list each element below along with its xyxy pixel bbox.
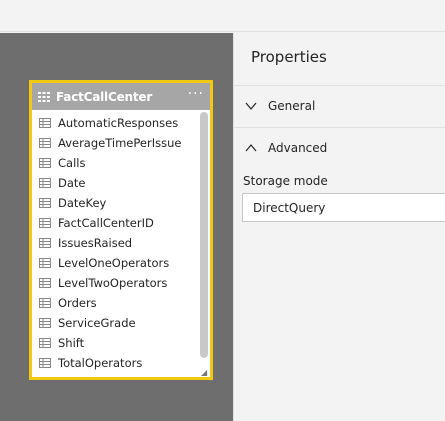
column-icon bbox=[39, 198, 51, 208]
column-icon bbox=[39, 298, 51, 308]
table-grid-icon bbox=[38, 91, 50, 102]
field-label: AutomaticResponses bbox=[58, 116, 179, 130]
section-general-label: General bbox=[268, 98, 316, 113]
chevron-up-icon bbox=[245, 143, 257, 151]
field-list-scrollbar[interactable] bbox=[200, 112, 208, 358]
properties-title: Properties bbox=[251, 48, 327, 66]
column-icon bbox=[39, 138, 51, 148]
field-label: LevelTwoOperators bbox=[58, 276, 168, 290]
column-icon bbox=[39, 358, 51, 368]
field-item[interactable]: Date bbox=[32, 173, 202, 193]
field-label: IssuesRaised bbox=[58, 236, 133, 250]
field-item[interactable]: AverageTimePerIssue bbox=[32, 133, 202, 153]
field-label: DateKey bbox=[58, 196, 107, 210]
field-label: ServiceGrade bbox=[58, 316, 136, 330]
field-label: TotalOperators bbox=[58, 356, 143, 370]
column-icon bbox=[39, 278, 51, 288]
more-options-icon[interactable]: ··· bbox=[188, 87, 204, 101]
column-icon bbox=[39, 238, 51, 248]
section-general[interactable]: General bbox=[234, 85, 445, 125]
field-item[interactable]: ServiceGrade bbox=[32, 313, 202, 333]
model-canvas[interactable]: FactCallCenter ··· AutomaticResponses Ave… bbox=[0, 33, 233, 421]
field-label: Calls bbox=[58, 156, 86, 170]
field-label: Date bbox=[58, 176, 86, 190]
field-item[interactable]: Orders bbox=[32, 293, 202, 313]
field-label: AverageTimePerIssue bbox=[58, 136, 182, 150]
table-title: FactCallCenter bbox=[56, 89, 153, 104]
table-header[interactable]: FactCallCenter ··· bbox=[32, 83, 210, 110]
table-card-factcallcenter[interactable]: FactCallCenter ··· AutomaticResponses Ave… bbox=[29, 80, 213, 380]
field-item[interactable]: Shift bbox=[32, 333, 202, 353]
field-item[interactable]: WageType bbox=[32, 373, 202, 375]
storage-mode-select[interactable]: DirectQuery bbox=[242, 193, 445, 222]
field-item[interactable]: FactCallCenterID bbox=[32, 213, 202, 233]
field-item[interactable]: DateKey bbox=[32, 193, 202, 213]
column-icon bbox=[39, 258, 51, 268]
column-icon bbox=[39, 178, 51, 188]
field-item[interactable]: LevelOneOperators bbox=[32, 253, 202, 273]
column-icon bbox=[39, 318, 51, 328]
top-bar bbox=[0, 0, 445, 32]
field-item[interactable]: IssuesRaised bbox=[32, 233, 202, 253]
field-label: Orders bbox=[58, 296, 97, 310]
column-icon bbox=[39, 218, 51, 228]
column-icon bbox=[39, 338, 51, 348]
field-item[interactable]: LevelTwoOperators bbox=[32, 273, 202, 293]
field-list: AutomaticResponses AverageTimePerIssue Cal… bbox=[32, 113, 202, 375]
field-label: LevelOneOperators bbox=[58, 256, 170, 270]
storage-mode-label: Storage mode bbox=[243, 174, 328, 188]
section-advanced[interactable]: Advanced bbox=[234, 127, 445, 167]
storage-mode-value: DirectQuery bbox=[253, 200, 326, 215]
section-advanced-label: Advanced bbox=[268, 140, 328, 155]
column-icon bbox=[39, 118, 51, 128]
column-icon bbox=[39, 158, 51, 168]
field-item[interactable]: AutomaticResponses bbox=[32, 113, 202, 133]
field-item[interactable]: TotalOperators bbox=[32, 353, 202, 373]
field-item[interactable]: Calls bbox=[32, 153, 202, 173]
properties-pane: Properties General Advanced Storage mode… bbox=[233, 33, 445, 421]
field-label: FactCallCenterID bbox=[58, 216, 154, 230]
field-label: Shift bbox=[58, 336, 85, 350]
chevron-down-icon bbox=[245, 102, 257, 110]
resize-grip-icon[interactable]: ◢ bbox=[201, 369, 209, 377]
